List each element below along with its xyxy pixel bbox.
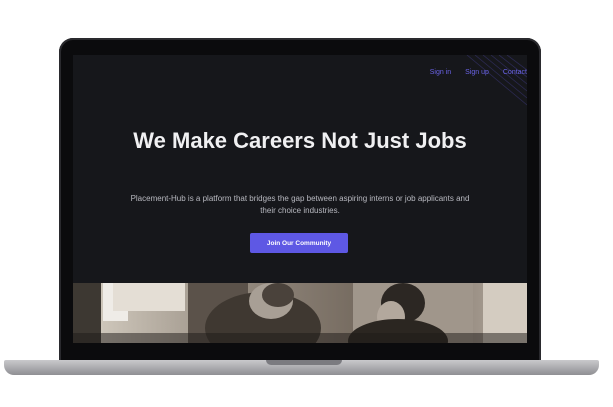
laptop-base-notch: [266, 360, 342, 365]
decorative-lines: [466, 55, 527, 106]
laptop-mockup: Sign in Sign up Contact We Make Careers …: [0, 0, 613, 407]
nav-sign-up-link[interactable]: Sign up: [465, 69, 489, 76]
nav-sign-in-link[interactable]: Sign in: [430, 69, 451, 76]
nav-contact-link[interactable]: Contact: [503, 69, 527, 76]
website-screen: Sign in Sign up Contact We Make Careers …: [73, 55, 527, 343]
join-community-button[interactable]: Join Our Community: [250, 233, 348, 253]
top-nav: Sign in Sign up Contact: [430, 69, 527, 76]
hero-subtitle: Placement-Hub is a platform that bridges…: [130, 194, 470, 215]
hero-title: We Make Careers Not Just Jobs: [133, 128, 467, 153]
hero-photo: [73, 283, 527, 343]
laptop-base: [4, 360, 599, 375]
